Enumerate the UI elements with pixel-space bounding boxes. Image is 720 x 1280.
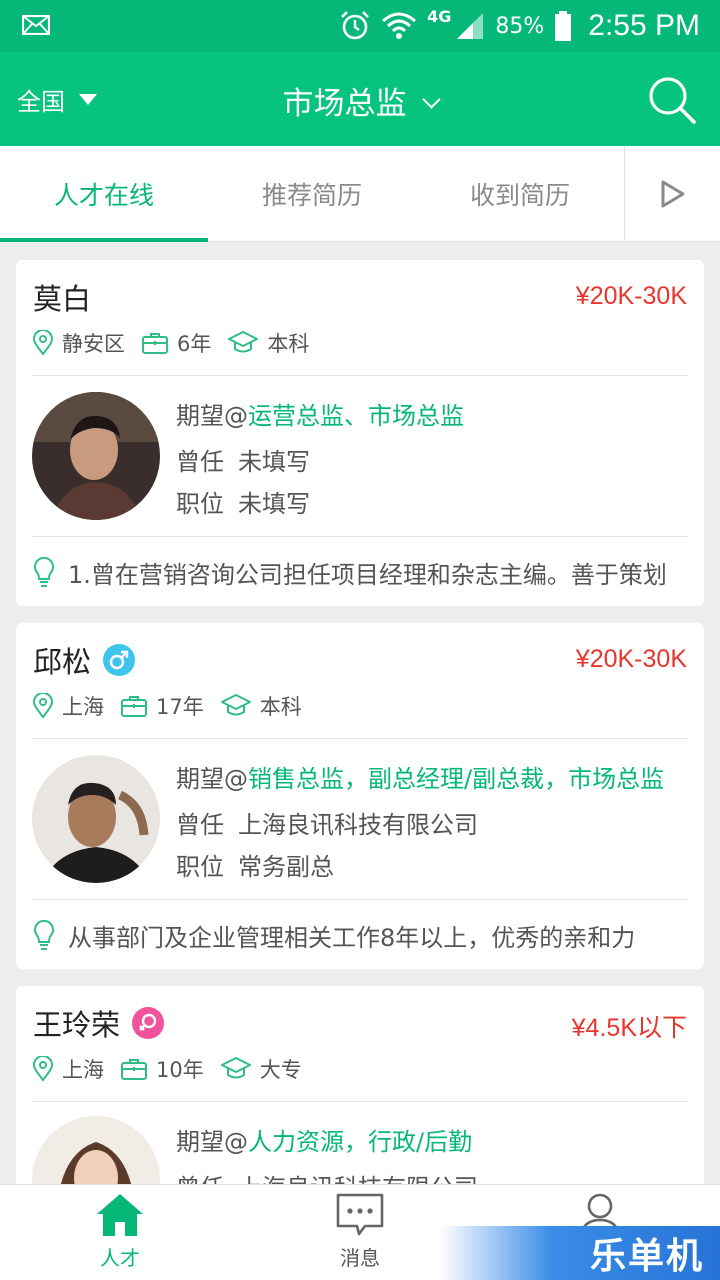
location-text: 上海 bbox=[62, 1058, 104, 1082]
wifi-icon bbox=[382, 12, 417, 39]
experience-text: 10年 bbox=[156, 1058, 204, 1082]
candidate-meta: 静安区 6年 本科 bbox=[32, 328, 325, 358]
candidate-meta: 上海 10年 大专 bbox=[32, 1054, 318, 1084]
expect-value: 运营总监、市场总监 bbox=[248, 402, 464, 430]
education-text: 大专 bbox=[259, 1058, 302, 1082]
position: 职位 常务副总 bbox=[176, 847, 696, 882]
summary-text: 从事部门及企业管理相关工作8年以上，优秀的亲和力 bbox=[68, 924, 636, 952]
experience-text: 17年 bbox=[156, 695, 204, 719]
candidate-meta: 上海 17年 本科 bbox=[32, 691, 318, 721]
expect-value: 人力资源，行政/后勤 bbox=[248, 1128, 473, 1156]
page-title: 市场总监 bbox=[282, 86, 407, 122]
briefcase-icon bbox=[142, 333, 168, 354]
message-icon bbox=[336, 1193, 384, 1236]
lightbulb-icon bbox=[34, 556, 54, 587]
expect-label: 期望@ bbox=[176, 1128, 248, 1156]
candidate-card[interactable]: 莫白 ¥20K-30K 静安区 6年 本科 期望@运营总监、市场总监 曾任 未填写… bbox=[16, 260, 704, 606]
education-text: 本科 bbox=[259, 695, 302, 719]
location-pin-icon bbox=[32, 330, 54, 356]
former-value: 未填写 bbox=[238, 448, 310, 476]
position-label: 职位 bbox=[176, 853, 224, 881]
male-icon bbox=[103, 644, 136, 676]
salary-range: ¥20K-30K bbox=[575, 645, 687, 673]
location-pin-icon bbox=[32, 693, 54, 719]
tab-bar: 人才在线 推荐简历 收到简历 bbox=[0, 146, 720, 242]
avatar bbox=[32, 392, 160, 520]
position-value: 常务副总 bbox=[238, 853, 334, 881]
location-text: 静安区 bbox=[62, 332, 125, 356]
play-arrow-icon bbox=[661, 180, 684, 207]
mail-icon bbox=[22, 15, 50, 35]
graduation-cap-icon bbox=[220, 694, 251, 716]
nav-messages-label: 消息 bbox=[340, 1246, 380, 1270]
chevron-down-icon bbox=[421, 90, 441, 109]
home-icon bbox=[97, 1194, 143, 1236]
former-employer: 曾任上海良讯科技有限公司 bbox=[176, 805, 696, 840]
lightbulb-icon bbox=[34, 919, 54, 950]
signal-icon bbox=[457, 13, 484, 39]
network-type: 4G bbox=[427, 6, 452, 26]
former-value: 上海良讯科技有限公司 bbox=[238, 811, 478, 839]
candidate-name-text: 邱松 bbox=[33, 645, 92, 679]
education-text: 本科 bbox=[267, 332, 310, 356]
former-label: 曾任 bbox=[176, 1174, 224, 1184]
position-label: 职位 bbox=[176, 490, 224, 518]
tab-recommended-resumes[interactable]: 推荐简历 bbox=[208, 146, 416, 241]
candidate-name: 王玲荣 bbox=[33, 1002, 165, 1044]
expect-value: 销售总监，副总经理/副总裁，市场总监 bbox=[248, 765, 665, 793]
status-bar: 4G 85% 2:55 PM bbox=[0, 0, 720, 52]
candidate-card[interactable]: 邱松 ¥20K-30K 上海 17年 本科 期望@销售总监，副总经理/副总裁，市… bbox=[16, 623, 704, 969]
divider bbox=[32, 899, 688, 900]
experience-text: 6年 bbox=[177, 332, 212, 356]
battery-icon bbox=[555, 11, 572, 41]
avatar bbox=[32, 1116, 160, 1184]
tab-talent-online[interactable]: 人才在线 bbox=[0, 146, 208, 242]
candidate-name-text: 王玲荣 bbox=[33, 1008, 121, 1042]
clock: 2:55 PM bbox=[588, 9, 700, 42]
candidate-summary: 1.曾在营销咨询公司担任项目经理和杂志主编。善于策划 bbox=[32, 555, 688, 590]
divider bbox=[32, 738, 688, 739]
battery-percent: 85% bbox=[495, 13, 545, 39]
salary-range: ¥4.5K以下 bbox=[571, 1014, 687, 1042]
position-value: 未填写 bbox=[238, 490, 310, 518]
former-value: 上海良讯科技有限公司 bbox=[238, 1174, 478, 1184]
expected-positions: 期望@人力资源，行政/后勤 bbox=[176, 1122, 696, 1157]
candidate-card[interactable]: 王玲荣 ¥4.5K以下 上海 10年 大专 期望@人力资源，行政/后勤 曾任 上海… bbox=[16, 986, 704, 1184]
divider bbox=[32, 536, 688, 537]
salary-range: ¥20K-30K bbox=[575, 282, 687, 310]
graduation-cap-icon bbox=[228, 331, 259, 353]
expect-label: 期望@ bbox=[176, 765, 248, 793]
divider bbox=[32, 375, 688, 376]
candidate-summary: 从事部门及企业管理相关工作8年以上，优秀的亲和力 bbox=[32, 918, 688, 953]
divider bbox=[32, 1101, 688, 1102]
job-title-selector[interactable]: 市场总监 bbox=[0, 78, 720, 123]
former-employer: 曾任 上海良讯科技有限公司 bbox=[176, 1168, 696, 1184]
watermark-logo: 乐单机 bbox=[440, 1226, 720, 1280]
position: 职位 未填写 bbox=[176, 484, 696, 519]
former-label: 曾任 bbox=[176, 448, 224, 476]
summary-text: 1.曾在营销咨询公司担任项目经理和杂志主编。善于策划 bbox=[68, 561, 667, 589]
nav-talent-label: 人才 bbox=[100, 1246, 140, 1270]
former-employer: 曾任 未填写 bbox=[176, 442, 696, 477]
search-icon[interactable] bbox=[646, 74, 698, 126]
nav-talent[interactable]: 人才 bbox=[0, 1185, 240, 1280]
expected-positions: 期望@运营总监、市场总监 bbox=[176, 396, 696, 431]
candidate-name: 邱松 bbox=[33, 639, 136, 681]
former-label: 曾任 bbox=[176, 811, 224, 839]
graduation-cap-icon bbox=[220, 1057, 251, 1079]
expect-label: 期望@ bbox=[176, 402, 248, 430]
briefcase-icon bbox=[121, 1059, 147, 1080]
location-text: 上海 bbox=[62, 695, 104, 719]
avatar bbox=[32, 755, 160, 883]
alarm-icon bbox=[341, 11, 370, 40]
briefcase-icon bbox=[121, 696, 147, 717]
candidate-name-text: 莫白 bbox=[33, 282, 92, 316]
location-pin-icon bbox=[32, 1056, 54, 1082]
female-icon bbox=[132, 1007, 165, 1039]
tab-received-resumes[interactable]: 收到简历 bbox=[416, 146, 624, 241]
expected-positions: 期望@销售总监，副总经理/副总裁，市场总监 bbox=[176, 759, 696, 794]
app-header: 全国 市场总监 bbox=[0, 52, 720, 146]
tab-scroll-button[interactable] bbox=[624, 146, 720, 241]
candidate-name: 莫白 bbox=[33, 276, 91, 318]
